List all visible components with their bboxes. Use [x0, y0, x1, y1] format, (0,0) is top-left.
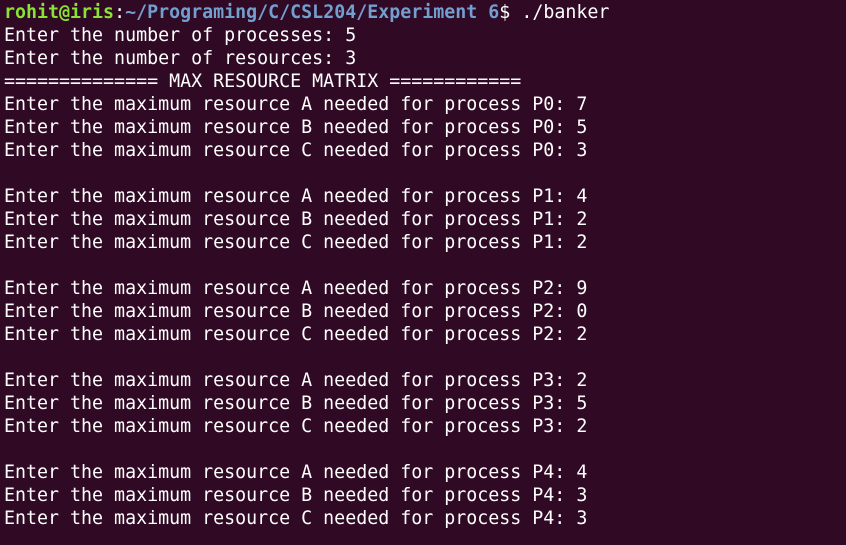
output-line: Enter the maximum resource B needed for …: [4, 301, 588, 322]
command-prompt-line: rohit@iris:~/Programing/C/CSL204/Experim…: [4, 1, 846, 24]
output-line: Enter the maximum resource B needed for …: [4, 393, 588, 414]
output-line: Enter the maximum resource B needed for …: [4, 485, 588, 506]
output-line: Enter the maximum resource C needed for …: [4, 416, 588, 437]
prompt-user-host: rohit@iris: [4, 2, 115, 23]
output-line: Enter the maximum resource C needed for …: [4, 324, 588, 345]
output-line: Enter the maximum resource A needed for …: [4, 186, 588, 207]
entered-command: ./banker: [521, 2, 610, 23]
output-line: Enter the number of processes: 5: [4, 25, 357, 46]
output-line: Enter the maximum resource C needed for …: [4, 508, 588, 529]
prompt-separator: :: [114, 2, 126, 23]
output-line: Enter the maximum resource C needed for …: [4, 140, 588, 161]
prompt-dollar: $: [499, 2, 522, 23]
output-line: Enter the maximum resource A needed for …: [4, 370, 588, 391]
output-line: Enter the maximum resource A needed for …: [4, 462, 588, 483]
output-line: Enter the maximum resource A needed for …: [4, 278, 588, 299]
output-line: Enter the maximum resource B needed for …: [4, 117, 588, 138]
output-line: Enter the maximum resource C needed for …: [4, 232, 588, 253]
prompt-path: ~/Programing/C/CSL204/Experiment 6: [125, 2, 500, 23]
section-header: ============== MAX RESOURCE MATRIX =====…: [4, 71, 522, 92]
terminal-window[interactable]: rohit@iris:~/Programing/C/CSL204/Experim…: [0, 0, 846, 545]
output-line: Enter the maximum resource B needed for …: [4, 209, 588, 230]
output-line: Enter the number of resources: 3: [4, 48, 357, 69]
output-line: Enter the maximum resource A needed for …: [4, 94, 588, 115]
